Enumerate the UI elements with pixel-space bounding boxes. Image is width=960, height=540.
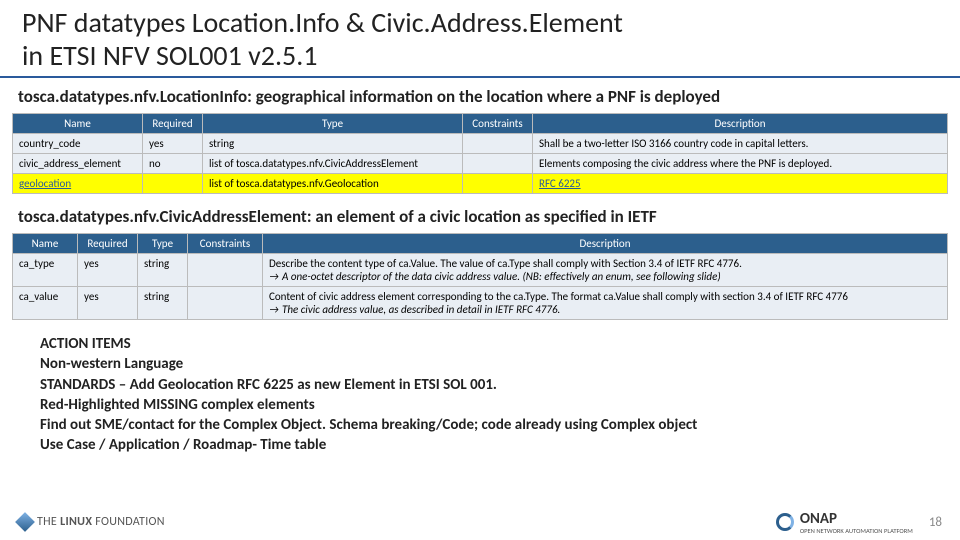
- action-item: ACTION ITEMS: [40, 334, 920, 354]
- col-required: Required: [143, 114, 203, 134]
- table-row: ca_valueyesstringContent of civic addres…: [13, 287, 948, 320]
- onap-logo: ONAP OPEN NETWORK AUTOMATION PLATFORM: [776, 510, 913, 535]
- col-type: Type: [138, 234, 188, 254]
- title-line-2: in ETSI NFV SOL001 v2.5.1: [22, 38, 318, 73]
- action-item: Use Case / Application / Roadmap- Time t…: [40, 435, 920, 455]
- col-required: Required: [78, 234, 138, 254]
- section2-heading: tosca.datatypes.nfv.CivicAddressElement:…: [0, 204, 960, 233]
- table-row: ca_typeyesstringDescribe the content typ…: [13, 254, 948, 287]
- civicaddress-table: Name Required Type Constraints Descripti…: [12, 233, 948, 320]
- slide-title: PNF datatypes Location.Info & Civic.Addr…: [0, 0, 960, 78]
- action-item: Red-Highlighted MISSING complex elements: [40, 395, 920, 415]
- lf-cube-icon: [15, 512, 35, 532]
- col-description: Description: [533, 114, 948, 134]
- action-item: Non-western Language: [40, 354, 920, 374]
- onap-swirl-icon: [776, 513, 794, 531]
- col-description: Description: [263, 234, 948, 254]
- table-row: civic_address_elementnolist of tosca.dat…: [13, 154, 948, 174]
- action-items: ACTION ITEMSNon-western LanguageSTANDARD…: [0, 330, 960, 460]
- title-line-1: PNF datatypes Location.Info & Civic.Addr…: [22, 5, 623, 40]
- page-number: 18: [929, 515, 942, 530]
- action-item: STANDARDS – Add Geolocation RFC 6225 as …: [40, 375, 920, 395]
- col-constraints: Constraints: [188, 234, 263, 254]
- col-name: Name: [13, 234, 78, 254]
- action-item: Find out SME/contact for the Complex Obj…: [40, 415, 920, 435]
- locationinfo-table: Name Required Type Constraints Descripti…: [12, 113, 948, 194]
- table-row: country_codeyesstringShall be a two-lett…: [13, 134, 948, 154]
- col-name: Name: [13, 114, 143, 134]
- col-constraints: Constraints: [463, 114, 533, 134]
- linux-foundation-logo: THE LINUX FOUNDATION: [18, 515, 165, 529]
- table-row: geolocationlist of tosca.datatypes.nfv.G…: [13, 174, 948, 194]
- col-type: Type: [203, 114, 463, 134]
- footer: THE LINUX FOUNDATION ONAP OPEN NETWORK A…: [0, 510, 960, 534]
- section1-heading: tosca.datatypes.nfv.LocationInfo: geogra…: [0, 84, 960, 113]
